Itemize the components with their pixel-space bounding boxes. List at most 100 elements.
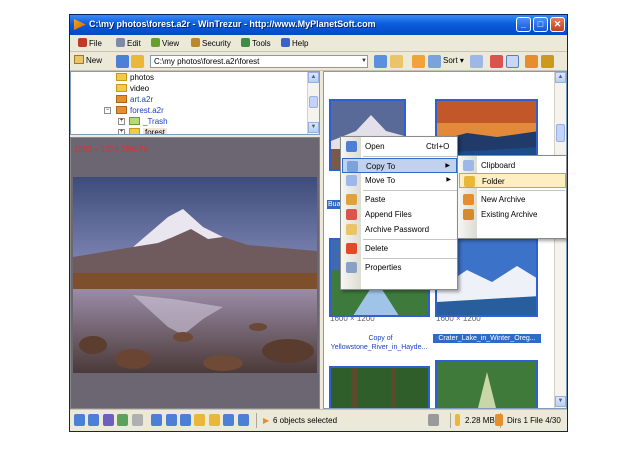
folder-icon bbox=[116, 84, 127, 92]
view-icon[interactable] bbox=[103, 414, 114, 426]
submenu-new-archive[interactable]: New Archive bbox=[459, 192, 566, 207]
clipboard-icon bbox=[463, 160, 474, 171]
menu-file[interactable]: File bbox=[78, 38, 102, 48]
scroll-down-icon[interactable]: ▼ bbox=[555, 396, 566, 407]
menu-security-label: Security bbox=[202, 39, 231, 48]
next-icon[interactable] bbox=[238, 414, 249, 426]
size-status: 2.28 MB bbox=[465, 416, 495, 425]
menu-delete-label: Delete bbox=[365, 244, 389, 253]
thumbnail-caption[interactable]: Yellowstone_River_in_Hayde... bbox=[324, 343, 434, 352]
menu-help[interactable]: Help bbox=[281, 38, 308, 48]
menu-tools[interactable]: Tools bbox=[241, 38, 271, 48]
app-icon bbox=[74, 19, 86, 30]
path-input[interactable]: C:\my photos\forest.a2r\forest bbox=[150, 55, 368, 68]
new-button[interactable]: New bbox=[74, 55, 102, 65]
expand-icon[interactable]: + bbox=[118, 129, 125, 134]
menu-security[interactable]: Security bbox=[191, 38, 231, 48]
thumbnail-caption[interactable]: Crater_Lake_in_Winter_Oreg... bbox=[433, 334, 541, 343]
close-button[interactable]: ✕ bbox=[550, 17, 565, 32]
tree-item-forest[interactable]: forest bbox=[129, 127, 168, 134]
scroll-thumb[interactable] bbox=[556, 124, 565, 142]
fullscreen-icon[interactable] bbox=[223, 414, 234, 426]
menu-separator bbox=[363, 156, 457, 157]
menu-delete[interactable]: Delete bbox=[342, 241, 457, 256]
submenu-existing-archive[interactable]: Existing Archive bbox=[459, 207, 566, 222]
tree-item-video[interactable]: video bbox=[116, 83, 149, 94]
menu-view[interactable]: View bbox=[151, 38, 179, 48]
tools-toolbar-icon[interactable] bbox=[490, 55, 503, 68]
prev-icon[interactable] bbox=[88, 414, 99, 426]
selection-status: 6 objects selected bbox=[273, 416, 338, 425]
menu-copy-to[interactable]: Copy To ▶ bbox=[342, 158, 457, 173]
status-separator bbox=[450, 413, 451, 428]
tree-item-trash[interactable]: _Trash bbox=[129, 116, 168, 127]
app-window: C:\my photos\forest.a2r - WinTrezur - ht… bbox=[69, 14, 568, 432]
menu-properties[interactable]: Properties bbox=[342, 260, 457, 275]
rotate-left-icon[interactable] bbox=[151, 414, 162, 426]
submenu-clipboard-label: Clipboard bbox=[481, 161, 516, 170]
folder-icon bbox=[464, 176, 475, 187]
thumbnail-image[interactable] bbox=[329, 366, 430, 408]
toolbar: New C:\my photos\forest.a2r\forest ▼ Sor… bbox=[70, 52, 567, 71]
tree-scrollbar[interactable]: ▲ ▼ bbox=[307, 72, 319, 134]
scroll-up-icon[interactable]: ▲ bbox=[555, 72, 566, 83]
find-icon[interactable] bbox=[374, 55, 387, 68]
sort-button[interactable]: Sort ▾ bbox=[443, 56, 464, 65]
archive-icon bbox=[116, 106, 127, 114]
sort-icon[interactable] bbox=[428, 55, 441, 68]
zoom-out-icon[interactable] bbox=[194, 414, 205, 426]
add-files-icon[interactable] bbox=[541, 55, 554, 68]
tree-item-art[interactable]: art.a2r bbox=[116, 94, 153, 105]
path-dropdown-icon[interactable]: ▼ bbox=[361, 55, 369, 68]
up-folder-icon[interactable] bbox=[131, 55, 144, 68]
thumbnail-caption[interactable]: Copy of bbox=[328, 334, 433, 343]
menu-append-files[interactable]: Append Files bbox=[342, 207, 457, 222]
back-icon[interactable] bbox=[116, 55, 129, 68]
stop-icon[interactable] bbox=[132, 414, 143, 426]
scroll-down-icon[interactable]: ▼ bbox=[308, 122, 319, 133]
submenu-existing-archive-label: Existing Archive bbox=[481, 210, 538, 219]
slideshow-icon[interactable] bbox=[117, 414, 128, 426]
tree-item-label: _Trash bbox=[143, 117, 168, 126]
first-icon[interactable] bbox=[74, 414, 85, 426]
print-icon[interactable] bbox=[428, 414, 439, 426]
thumbnail-view-icon[interactable] bbox=[506, 55, 519, 68]
collapse-icon[interactable]: − bbox=[104, 107, 111, 114]
tree-item-photos[interactable]: photos bbox=[116, 72, 154, 83]
status-bar: ▶ 6 objects selected 2.28 MB Dirs 1 File… bbox=[70, 409, 567, 431]
maximize-button[interactable]: □ bbox=[533, 17, 548, 32]
submenu-arrow-icon: ▶ bbox=[446, 177, 451, 183]
menu-paste[interactable]: Paste bbox=[342, 192, 457, 207]
scroll-thumb[interactable] bbox=[309, 96, 318, 108]
copy-icon bbox=[347, 161, 358, 172]
submenu-clipboard[interactable]: Clipboard bbox=[459, 158, 566, 173]
menu-move-to[interactable]: Move To ▶ bbox=[342, 173, 457, 188]
menu-open[interactable]: Open Ctrl+O bbox=[342, 139, 457, 154]
tree-item-forest-archive[interactable]: forest.a2r bbox=[116, 105, 164, 116]
refresh-icon[interactable] bbox=[470, 55, 483, 68]
tree-item-label: forest.a2r bbox=[130, 106, 164, 115]
submenu-folder[interactable]: Folder bbox=[459, 173, 566, 188]
folder-tree: photos video art.a2r − forest.a2r + _Tra… bbox=[70, 71, 320, 135]
minimize-button[interactable]: _ bbox=[516, 17, 531, 32]
scroll-up-icon[interactable]: ▲ bbox=[308, 72, 319, 83]
extract-icon[interactable] bbox=[525, 55, 538, 68]
menu-archive-password-label: Archive Password bbox=[365, 225, 430, 234]
thumbnail-image[interactable] bbox=[435, 360, 538, 408]
view-mode-icon[interactable] bbox=[412, 55, 425, 68]
menu-archive-password[interactable]: Archive Password bbox=[342, 222, 457, 237]
menu-edit[interactable]: Edit bbox=[116, 38, 141, 48]
thumbnail-scrollbar[interactable]: ▲ ▼ bbox=[554, 72, 566, 408]
rotate-right-icon[interactable] bbox=[166, 414, 177, 426]
zoom-in-icon[interactable] bbox=[180, 414, 191, 426]
open-folder-icon[interactable] bbox=[390, 55, 403, 68]
new-button-label: New bbox=[86, 56, 103, 65]
view-icon bbox=[151, 38, 160, 47]
edit-icon bbox=[116, 38, 125, 47]
expand-icon[interactable]: + bbox=[118, 118, 125, 125]
fit-icon[interactable] bbox=[209, 414, 220, 426]
tree-item-label: video bbox=[130, 84, 150, 93]
copy-to-submenu: Clipboard Folder New Archive Existing Ar… bbox=[457, 155, 567, 239]
title-bar[interactable]: C:\my photos\forest.a2r - WinTrezur - ht… bbox=[70, 15, 567, 35]
thumbnail-photo bbox=[437, 362, 536, 408]
